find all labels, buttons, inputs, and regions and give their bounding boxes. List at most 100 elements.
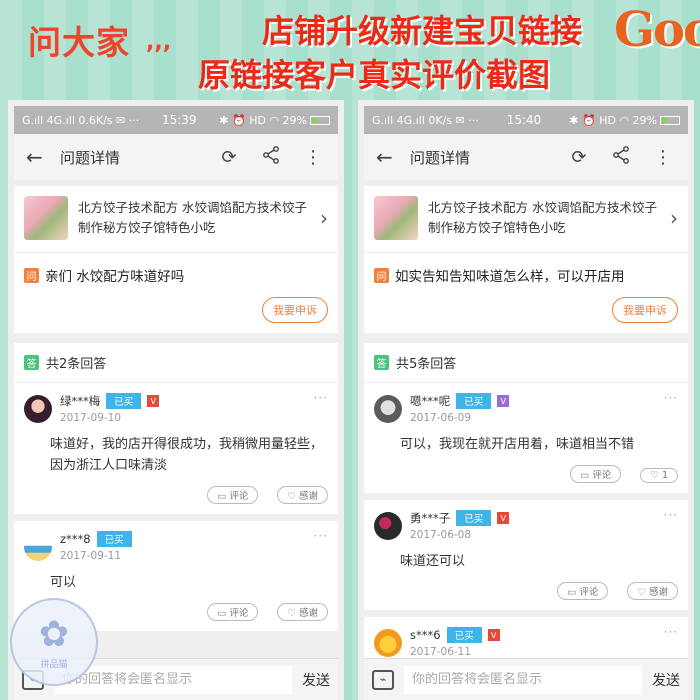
ask-all-dots: ,,, xyxy=(146,30,172,55)
avatar xyxy=(24,533,52,561)
question-card: 北方饺子技术配方 水饺调馅配方技术饺子制作秘方饺子馆特色小吃 › 问 如实告知告… xyxy=(364,186,688,333)
level-icon: V xyxy=(487,629,500,641)
question-badge: 问 xyxy=(24,267,39,283)
more-dots-icon[interactable]: ··· xyxy=(314,529,328,543)
thanks-button[interactable]: ♡ 感谢 xyxy=(277,486,328,504)
share-icon[interactable] xyxy=(258,145,284,169)
bought-badge: 已买 xyxy=(96,531,132,547)
reply-bar: ⌁ 发送 xyxy=(364,658,688,700)
answerer-name: 绿***梅 xyxy=(60,394,101,408)
status-indicators: ✱ ⏰ HD ◠ 29% xyxy=(219,114,330,127)
answer-badge: 答 xyxy=(374,355,389,370)
bought-badge: 已买 xyxy=(456,393,492,409)
page-title: 问题详情 xyxy=(410,148,471,167)
product-link[interactable]: 北方饺子技术配方 水饺调馅配方技术饺子制作秘方饺子馆特色小吃 › xyxy=(364,186,688,253)
level-icon: V xyxy=(147,395,160,407)
answers-header: 答 共2条回答 xyxy=(14,343,338,383)
battery-icon xyxy=(660,116,680,125)
more-dots-icon[interactable]: ··· xyxy=(664,508,678,522)
watermark-text: 拼品猫 xyxy=(40,659,68,670)
answer-text: 可以，我现在就开店用着，味道相当不错 xyxy=(400,437,635,452)
ask-all-title: 问大家 xyxy=(28,23,130,62)
answer-item: ··· 绿***梅 已买 V 2017-09-10 味道好，我的店开得很成功，我… xyxy=(14,383,338,521)
comment-button[interactable]: ▭ 评论 xyxy=(570,465,622,483)
more-dots-icon[interactable]: ··· xyxy=(664,625,678,639)
status-indicators: ✱ ⏰ HD ◠ 29% xyxy=(569,114,680,127)
title-bar: ← 问题详情 ⟳ ⋮ xyxy=(364,134,688,180)
more-dots-icon[interactable]: ··· xyxy=(314,391,328,405)
comment-button[interactable]: ▭ 评论 xyxy=(207,603,259,621)
product-title: 北方饺子技术配方 水饺调馅配方技术饺子制作秘方饺子馆特色小吃 xyxy=(78,200,307,235)
send-button[interactable]: 发送 xyxy=(652,670,680,690)
more-menu-icon[interactable]: ⋮ xyxy=(650,147,676,168)
appeal-button[interactable]: 我要申诉 xyxy=(262,297,328,323)
question-block: 问 亲们 水饺配方味道好吗 我要申诉 xyxy=(14,253,338,333)
back-arrow-icon[interactable]: ← xyxy=(376,145,410,169)
status-icons: ✱ ⏰ HD ◠ 29% xyxy=(219,113,307,127)
status-time: 15:40 xyxy=(506,113,542,127)
answer-item: ··· 嗯***呢 已买 V 2017-06-09 可以，我现在就开店用着，味道… xyxy=(364,383,688,500)
answer-date: 2017-06-08 xyxy=(410,529,472,541)
answers-header: 答 共5条回答 xyxy=(364,343,688,383)
more-menu-icon[interactable]: ⋮ xyxy=(300,147,326,168)
answer-count: 共5条回答 xyxy=(396,357,457,372)
answer-text: 味道好，我的店开得很成功，我稍微用量轻些，因为浙江人口味清淡 xyxy=(50,437,324,473)
answer-count: 共2条回答 xyxy=(46,357,107,372)
banner-subheadline: 原链接客户真实评价截图 xyxy=(198,56,551,94)
answer-date: 2017-09-10 xyxy=(60,412,122,424)
refresh-icon[interactable]: ⟳ xyxy=(216,147,242,168)
answer-date: 2017-09-11 xyxy=(60,550,122,562)
answerer-name: z***8 xyxy=(60,532,91,546)
share-icon[interactable] xyxy=(608,145,634,169)
status-time: 15:39 xyxy=(161,113,197,127)
refresh-icon[interactable]: ⟳ xyxy=(566,147,592,168)
product-thumbnail xyxy=(374,196,418,240)
answerer-name: 嗯***呢 xyxy=(410,394,451,408)
appeal-button[interactable]: 我要申诉 xyxy=(612,297,678,323)
question-badge: 问 xyxy=(374,267,389,283)
image-icon[interactable]: ⌁ xyxy=(372,669,394,690)
banner: 问大家 ,,, 店铺升级新建宝贝链接 原链接客户真实评价截图 Goo xyxy=(0,0,700,95)
answer-item: ··· 勇***子 已买 V 2017-06-08 味道还可以 ▭ 评论 ♡ 感… xyxy=(364,500,688,617)
answer-badge: 答 xyxy=(24,355,39,370)
product-link[interactable]: 北方饺子技术配方 水饺调馅配方技术饺子制作秘方饺子馆特色小吃 › xyxy=(14,186,338,253)
question-text: 亲们 水饺配方味道好吗 xyxy=(45,269,185,285)
avatar xyxy=(374,512,402,540)
thanks-button[interactable]: ♡ 感谢 xyxy=(277,603,328,621)
more-dots-icon[interactable]: ··· xyxy=(664,391,678,405)
comment-button[interactable]: ▭ 评论 xyxy=(207,486,259,504)
product-thumbnail xyxy=(24,196,68,240)
level-icon: V xyxy=(497,395,510,407)
back-arrow-icon[interactable]: ← xyxy=(26,145,60,169)
good-logo: Goo xyxy=(614,2,700,58)
answerer-name: s***6 xyxy=(410,628,441,642)
chevron-right-icon: › xyxy=(320,206,328,230)
reply-input[interactable] xyxy=(54,665,292,694)
status-icons: ✱ ⏰ HD ◠ 29% xyxy=(569,113,657,127)
answer-date: 2017-06-09 xyxy=(410,412,472,424)
reply-input[interactable] xyxy=(404,665,642,694)
avatar xyxy=(374,395,402,423)
comment-button[interactable]: ▭ 评论 xyxy=(557,582,609,600)
question-card: 北方饺子技术配方 水饺调馅配方技术饺子制作秘方饺子馆特色小吃 › 问 亲们 水饺… xyxy=(14,186,338,333)
send-button[interactable]: 发送 xyxy=(302,670,330,690)
avatar xyxy=(24,395,52,423)
phone-screenshot-right: G.ıll 4G.ıll 0K/s ✉ ··· 15:40 ✱ ⏰ HD ◠ 2… xyxy=(358,100,694,700)
thanks-button[interactable]: ♡ 感谢 xyxy=(627,582,678,600)
answer-text: 味道还可以 xyxy=(400,554,466,569)
answer-text: 可以 xyxy=(50,575,77,590)
title-bar: ← 问题详情 ⟳ ⋮ xyxy=(14,134,338,180)
bought-badge: 已买 xyxy=(456,510,492,526)
question-block: 问 如实告知告知味道怎么样，可以开店用 我要申诉 xyxy=(364,253,688,333)
status-bar: G.ıll 4G.ıll 0K/s ✉ ··· 15:40 ✱ ⏰ HD ◠ 2… xyxy=(364,106,688,134)
bought-badge: 已买 xyxy=(446,627,482,643)
status-signal: G.ıll 4G.ıll 0K/s ✉ ··· xyxy=(372,113,479,127)
shop-watermark-stamp: ✿ 拼品猫 xyxy=(10,598,98,686)
bought-badge: 已买 xyxy=(106,393,142,409)
battery-icon xyxy=(310,116,330,125)
level-icon: V xyxy=(497,512,510,524)
like-button[interactable]: ♡ 1 xyxy=(640,468,678,483)
answer-date: 2017-06-11 xyxy=(410,646,472,658)
status-bar: G.ıll 4G.ıll 0.6K/s ✉ ··· 15:39 ✱ ⏰ HD ◠… xyxy=(14,106,338,134)
flower-icon: ✿ xyxy=(38,613,70,655)
